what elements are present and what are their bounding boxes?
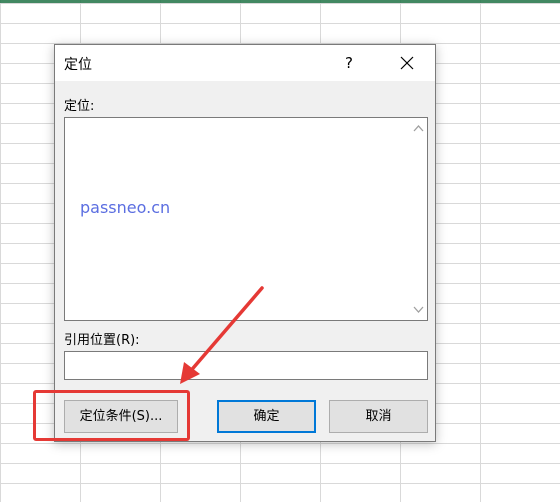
sheet-top-border bbox=[0, 0, 560, 3]
goto-dialog: 定位 ? 定位: passneo.cn 引用位置(R): 定位条件(S)... … bbox=[54, 44, 436, 442]
listbox-scrollbar[interactable] bbox=[410, 118, 427, 320]
help-button[interactable]: ? bbox=[337, 51, 361, 75]
close-button[interactable] bbox=[393, 49, 421, 77]
cancel-button[interactable]: 取消 bbox=[329, 400, 428, 433]
scroll-down-icon[interactable] bbox=[412, 303, 425, 316]
watermark-text: passneo.cn bbox=[80, 198, 171, 217]
reference-input[interactable] bbox=[64, 351, 428, 380]
goto-label: 定位: bbox=[64, 99, 95, 114]
annotation-highlight-box bbox=[33, 390, 190, 441]
dialog-titlebar[interactable]: 定位 ? bbox=[55, 45, 435, 81]
dialog-title: 定位 bbox=[64, 57, 92, 73]
scroll-up-icon[interactable] bbox=[412, 122, 425, 135]
goto-listbox[interactable]: passneo.cn bbox=[64, 117, 428, 321]
ok-button[interactable]: 确定 bbox=[217, 400, 316, 433]
reference-label: 引用位置(R): bbox=[64, 333, 140, 348]
close-icon bbox=[400, 56, 414, 70]
